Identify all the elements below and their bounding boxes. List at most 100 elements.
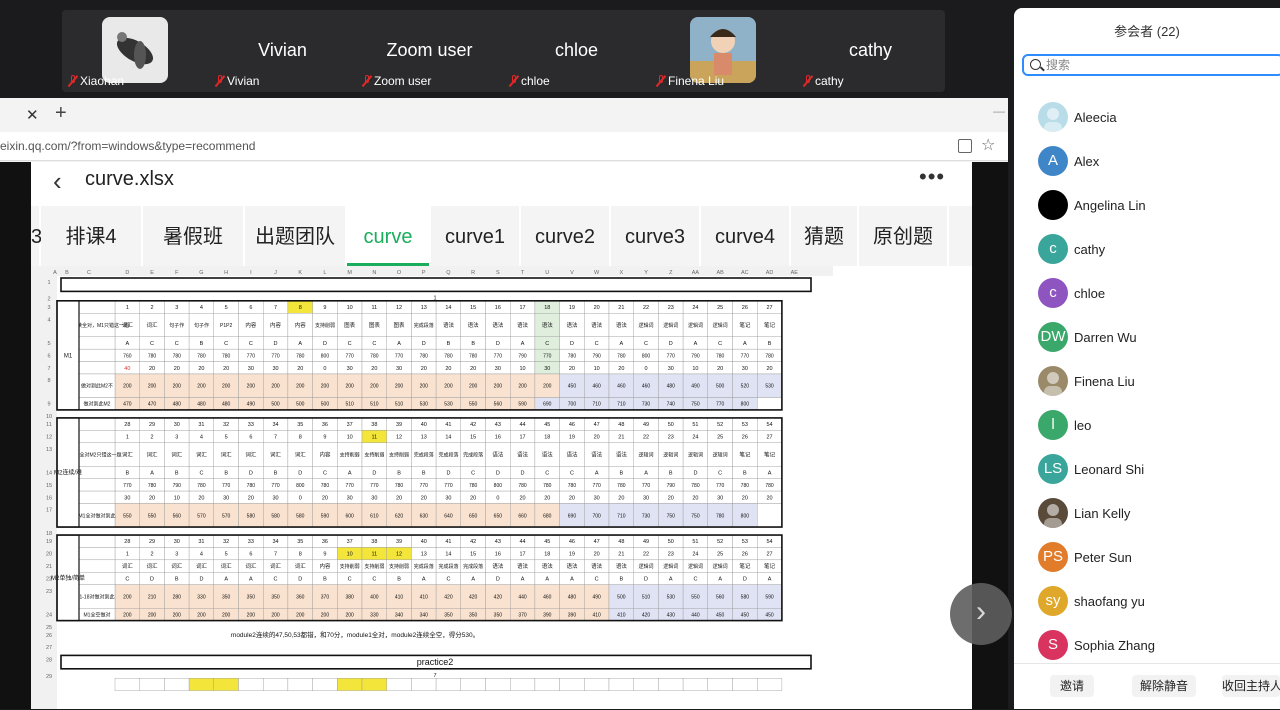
sheet-tab[interactable]: 3 bbox=[31, 206, 42, 266]
next-page-button[interactable]: › bbox=[950, 583, 1012, 645]
cell-value: 11 bbox=[371, 435, 377, 441]
video-tile-vivian[interactable]: Vivian Vivian bbox=[209, 10, 356, 92]
sheet-cell bbox=[188, 678, 215, 691]
cell-value: 13 bbox=[421, 435, 427, 441]
cell-value: 24 bbox=[692, 552, 698, 558]
cell-value: 280 bbox=[173, 594, 182, 600]
sheet-tab[interactable]: curve2 bbox=[521, 206, 611, 266]
participant-name: Alex bbox=[1074, 154, 1100, 169]
sheet-tab[interactable]: curve1 bbox=[431, 206, 521, 266]
cell-value: 30 bbox=[371, 495, 377, 501]
participant-item[interactable]: Lian Kelly bbox=[1038, 495, 1278, 531]
cell-value: 780 bbox=[765, 353, 774, 359]
search-input[interactable] bbox=[1046, 57, 1276, 73]
row-header: M1全对做对到此 bbox=[79, 512, 116, 519]
cell-value: 26 bbox=[742, 552, 748, 558]
cell-value: 770 bbox=[123, 483, 132, 489]
sheet-cell bbox=[139, 678, 165, 691]
participant-item[interactable]: Finena Liu bbox=[1038, 363, 1278, 399]
cell-value: 360 bbox=[296, 594, 305, 600]
close-tab-icon[interactable]: ✕ bbox=[26, 106, 39, 124]
participant-item[interactable]: S Sophia Zhang bbox=[1038, 627, 1278, 663]
reclaim-host-button[interactable]: 收回主持人 bbox=[1222, 675, 1280, 697]
participant-item[interactable]: A Alex bbox=[1038, 143, 1278, 179]
back-icon[interactable]: ‹ bbox=[53, 166, 62, 197]
cell-value: 570 bbox=[222, 513, 231, 519]
sheet-tab[interactable]: 出题团队 bbox=[245, 206, 347, 266]
cell-value: 48 bbox=[618, 422, 624, 428]
participant-item[interactable]: sy shaofang yu bbox=[1038, 583, 1278, 619]
cell-value: 9 bbox=[323, 435, 326, 441]
more-options-icon[interactable]: ••• bbox=[919, 164, 945, 190]
cell-value: 30 bbox=[174, 422, 180, 428]
sheet-tab[interactable]: 排课4 bbox=[41, 206, 143, 266]
cell-value: B bbox=[422, 470, 426, 476]
cell-value: 460 bbox=[592, 384, 601, 390]
cell-value: D bbox=[274, 341, 278, 347]
video-tile-chloe[interactable]: chloe chloe bbox=[503, 10, 650, 92]
sheet-tab[interactable]: 暑假班 bbox=[143, 206, 245, 266]
sheet-tab[interactable]: curve4 bbox=[701, 206, 791, 266]
participant-name: Darren Wu bbox=[1074, 330, 1137, 345]
sheet-tab[interactable]: curve3 bbox=[611, 206, 701, 266]
video-tile-zoom-user[interactable]: Zoom user Zoom user bbox=[356, 10, 503, 92]
participant-item[interactable]: c cathy bbox=[1038, 231, 1278, 267]
new-tab-button[interactable]: + bbox=[55, 102, 67, 125]
participant-avatar: PS bbox=[1038, 542, 1068, 572]
cell-value: 41 bbox=[445, 422, 451, 428]
cell-value: 780 bbox=[741, 483, 750, 489]
participant-search[interactable] bbox=[1022, 54, 1280, 76]
url-text[interactable]: eixin.qq.com/?from=windows&type=recommen… bbox=[0, 139, 255, 153]
sheet-grid[interactable]: A B C D E F G H I J K L M N O P Q R S T U V W X Y Z AA AB AC AD AE 1 2 1 3… bbox=[31, 266, 833, 709]
cell-value: 490 bbox=[247, 402, 256, 408]
sheet-tab[interactable]: 猜题 bbox=[791, 206, 859, 266]
sheet-tab[interactable]: 原创题 bbox=[859, 206, 949, 266]
cell-value: 560 bbox=[494, 402, 503, 408]
address-bar[interactable]: eixin.qq.com/?from=windows&type=recommen… bbox=[0, 132, 1008, 161]
cell-value: D bbox=[496, 470, 500, 476]
participant-avatar bbox=[1038, 366, 1068, 396]
cell-value: 780 bbox=[148, 483, 157, 489]
participant-item[interactable]: Angelina Lin bbox=[1038, 187, 1278, 223]
apps-icon[interactable] bbox=[958, 139, 972, 153]
cell-value: 23 bbox=[668, 435, 674, 441]
video-tile-finena-liu[interactable]: Finena Liu bbox=[650, 10, 797, 92]
participant-item[interactable]: PS Peter Sun bbox=[1038, 539, 1278, 575]
participant-item[interactable]: DW Darren Wu bbox=[1038, 319, 1278, 355]
row-number: 17 bbox=[46, 508, 52, 514]
video-tile-cathy[interactable]: cathy cathy bbox=[797, 10, 944, 92]
participant-item[interactable]: l leo bbox=[1038, 407, 1278, 443]
participant-name: Leonard Shi bbox=[1074, 462, 1145, 477]
cell-value: 语法 bbox=[542, 451, 554, 459]
participant-item[interactable]: LS Leonard Shi bbox=[1038, 451, 1278, 487]
minimize-icon[interactable]: — bbox=[993, 104, 1005, 118]
cell-value: A bbox=[570, 576, 574, 582]
column-letter: E bbox=[150, 270, 154, 276]
cell-value: 210 bbox=[148, 594, 157, 600]
participant-item[interactable]: Aleecia bbox=[1038, 99, 1278, 135]
cell-value: 700 bbox=[568, 402, 577, 408]
participant-item[interactable]: c chloe bbox=[1038, 275, 1278, 311]
cell-value: 逻辑词 bbox=[713, 322, 728, 329]
cell-value: B bbox=[175, 576, 179, 582]
column-letter: AC bbox=[741, 270, 749, 276]
cell-value: 30 bbox=[643, 495, 649, 501]
bookmark-star-icon[interactable]: ☆ bbox=[981, 135, 995, 155]
sheet-tab[interactable]: curve bbox=[347, 206, 431, 266]
cell-value: 3 bbox=[175, 552, 178, 558]
cell-value: B bbox=[471, 341, 475, 347]
sheet-cell bbox=[559, 678, 585, 691]
cell-value: 530 bbox=[765, 384, 774, 390]
column-letter: Y bbox=[644, 270, 648, 276]
cell-value: 笔记 bbox=[764, 562, 776, 570]
invite-button[interactable]: 邀请 bbox=[1050, 675, 1094, 697]
unmute-all-button[interactable]: 解除静音 bbox=[1132, 675, 1196, 697]
video-tile-xiaohan[interactable]: Xiaohan bbox=[62, 10, 209, 92]
cell-value: D bbox=[150, 576, 154, 582]
cell-value: 410 bbox=[617, 612, 626, 618]
cell-value: 560 bbox=[173, 513, 182, 519]
cell-value: 19 bbox=[569, 305, 575, 311]
cell-value: 语法 bbox=[517, 562, 529, 570]
cell-value: 200 bbox=[123, 594, 132, 600]
cell-value: 笔记 bbox=[739, 562, 751, 570]
